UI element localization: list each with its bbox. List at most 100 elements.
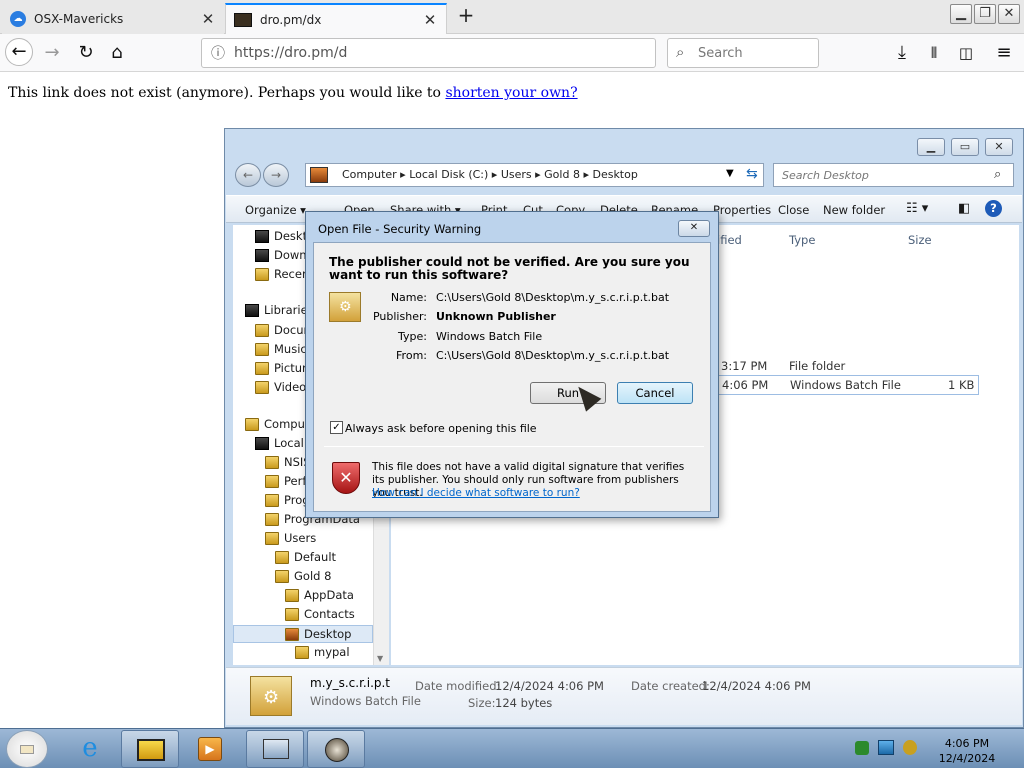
security-tray-icon[interactable]	[855, 741, 869, 755]
table-row[interactable]: 3:17 PM File folder	[717, 357, 979, 377]
chevron-down-icon[interactable]: ▼	[726, 168, 734, 179]
taskbar-computer-button[interactable]	[246, 730, 304, 768]
properties-button[interactable]: Properties	[713, 203, 771, 217]
dialog-close-button[interactable]: ✕	[678, 220, 710, 237]
explorer-forward-button[interactable]: →	[263, 163, 289, 187]
tree-item-music[interactable]: Music	[255, 342, 307, 356]
refresh-icon[interactable]: ⇆	[746, 166, 758, 182]
tree-item-libraries[interactable]: Libraries	[245, 303, 314, 317]
shorten-link[interactable]: shorten your own?	[445, 85, 577, 101]
back-button[interactable]: ←	[5, 38, 33, 66]
music-icon	[255, 342, 269, 356]
organize-button[interactable]: Organize ▾	[245, 203, 306, 217]
tree-item-users[interactable]: Users	[265, 531, 316, 545]
close-button[interactable]: Close	[778, 203, 809, 217]
page-message-text: This link does not exist (anymore). Perh…	[8, 85, 441, 101]
breadcrumb-item[interactable]: Computer	[342, 168, 397, 181]
table-row-selected[interactable]: 4:06 PM Windows Batch File 1 KB	[717, 375, 979, 395]
explorer-back-button[interactable]: ←	[235, 163, 261, 187]
folder-icon	[265, 493, 279, 507]
folder-icon	[310, 167, 328, 183]
start-orb-icon	[20, 745, 34, 754]
column-header-size[interactable]: Size	[908, 233, 932, 247]
flag-tray-icon[interactable]	[903, 740, 917, 755]
tab-label: dro.pm/dx	[260, 12, 322, 27]
tree-item-gold-8[interactable]: Gold 8	[275, 569, 331, 583]
computer-icon	[245, 417, 259, 431]
column-header-date-modified[interactable]: ified	[717, 233, 742, 247]
close-tab-icon[interactable]: ✕	[422, 12, 438, 28]
tab-osx-mavericks[interactable]: ☁ OSX-Mavericks ✕	[2, 3, 224, 34]
always-ask-label[interactable]: Always ask before opening this file	[345, 422, 537, 435]
breadcrumb-item[interactable]: Desktop	[592, 168, 637, 181]
recent-places-icon	[255, 267, 269, 281]
folder-icon	[285, 607, 299, 621]
always-ask-checkbox[interactable]: ✓	[330, 421, 343, 434]
tree-item-default[interactable]: Default	[275, 550, 336, 564]
taskbar: e ▶ 4:06 PM 12/4/2024	[0, 728, 1024, 768]
details-modified-value: 12/4/2024 4:06 PM	[495, 679, 604, 693]
search-placeholder: Search	[698, 46, 743, 61]
row-date: 3:17 PM	[721, 359, 768, 373]
home-button[interactable]: ⌂	[103, 39, 131, 67]
cancel-button[interactable]: Cancel	[617, 382, 693, 404]
clock-time: 4:06 PM	[944, 737, 990, 750]
videos-icon	[255, 380, 269, 394]
close-tab-icon[interactable]: ✕	[200, 11, 216, 27]
details-created-label: Date created:	[631, 679, 710, 693]
view-options-icon[interactable]: ☷ ▾	[906, 201, 928, 216]
details-size-label: Size:	[468, 696, 496, 710]
details-size-value: 124 bytes	[495, 696, 553, 710]
documents-icon	[255, 323, 269, 337]
breadcrumb-item[interactable]: Local Disk (C:)	[409, 168, 488, 181]
dialog-divider	[324, 446, 704, 447]
tree-item-mypal[interactable]: mypal	[295, 645, 350, 659]
forward-button[interactable]: →	[38, 39, 66, 67]
breadcrumb-item[interactable]: Users	[501, 168, 532, 181]
explorer-close-button[interactable]: ✕	[985, 138, 1013, 156]
explorer-search-input[interactable]: Search Desktop ⌕	[773, 163, 1014, 187]
breadcrumb-item[interactable]: Gold 8	[544, 168, 580, 181]
start-button[interactable]	[6, 730, 48, 768]
new-folder-button[interactable]: New folder	[823, 203, 885, 217]
taskbar-raccoon-app-button[interactable]	[307, 730, 365, 768]
field-value-name: C:\Users\Gold 8\Desktop\m.y_s.c.r.i.p.t.…	[436, 291, 670, 304]
help-icon[interactable]: ?	[985, 200, 1002, 217]
search-bar[interactable]: ⌕ Search	[667, 38, 819, 68]
menu-icon[interactable]: ≡	[990, 39, 1018, 67]
tree-item-desktop-selected[interactable]: Desktop	[233, 625, 373, 643]
row-type: Windows Batch File	[790, 378, 901, 392]
reload-button[interactable]: ↻	[72, 39, 100, 67]
network-tray-icon[interactable]	[878, 740, 894, 755]
url-bar[interactable]: ⓘ https://dro.pm/d	[201, 38, 656, 68]
internet-explorer-icon[interactable]: e	[68, 731, 112, 767]
tree-item-nsis[interactable]: NSIS	[265, 455, 311, 469]
column-header-type[interactable]: Type	[789, 233, 815, 247]
tree-item-videos[interactable]: Videos	[255, 380, 312, 394]
explorer-minimize-button[interactable]: ▁	[917, 138, 945, 156]
folder-icon	[137, 739, 165, 761]
folder-icon	[265, 474, 279, 488]
info-icon[interactable]: ⓘ	[211, 43, 225, 63]
tree-item-contacts[interactable]: Contacts	[285, 607, 355, 621]
explorer-address-bar[interactable]: Computer ▸ Local Disk (C:) ▸ Users ▸ Gol…	[305, 163, 764, 187]
tab-dro-pm[interactable]: dro.pm/dx ✕	[225, 3, 447, 34]
field-value-from: C:\Users\Gold 8\Desktop\m.y_s.c.r.i.p.t.…	[436, 349, 670, 362]
explorer-maximize-button[interactable]: ▭	[951, 138, 979, 156]
preview-pane-icon[interactable]: ◧	[958, 201, 970, 216]
sidebar-icon[interactable]: ◫	[952, 39, 980, 67]
folder-icon	[275, 569, 289, 583]
restore-window-button[interactable]: ❐	[974, 4, 996, 24]
library-icon[interactable]: ⫴	[920, 39, 948, 67]
browser-tab-bar: ☁ OSX-Mavericks ✕ dro.pm/dx ✕ + ▁ ❐ ✕	[0, 0, 1024, 34]
help-link[interactable]: How can I decide what software to run?	[372, 487, 580, 499]
downloads-icon[interactable]: ⤓	[888, 39, 916, 67]
media-player-icon[interactable]: ▶	[190, 731, 230, 767]
minimize-window-button[interactable]: ▁	[950, 4, 972, 24]
scroll-down-icon[interactable]: ▼	[377, 654, 383, 663]
new-tab-button[interactable]: +	[454, 4, 478, 28]
close-window-button[interactable]: ✕	[998, 4, 1020, 24]
tree-item-appdata[interactable]: AppData	[285, 588, 354, 602]
taskbar-clock[interactable]: 4:06 PM 12/4/2024	[928, 736, 1006, 766]
taskbar-explorer-button[interactable]	[121, 730, 179, 768]
